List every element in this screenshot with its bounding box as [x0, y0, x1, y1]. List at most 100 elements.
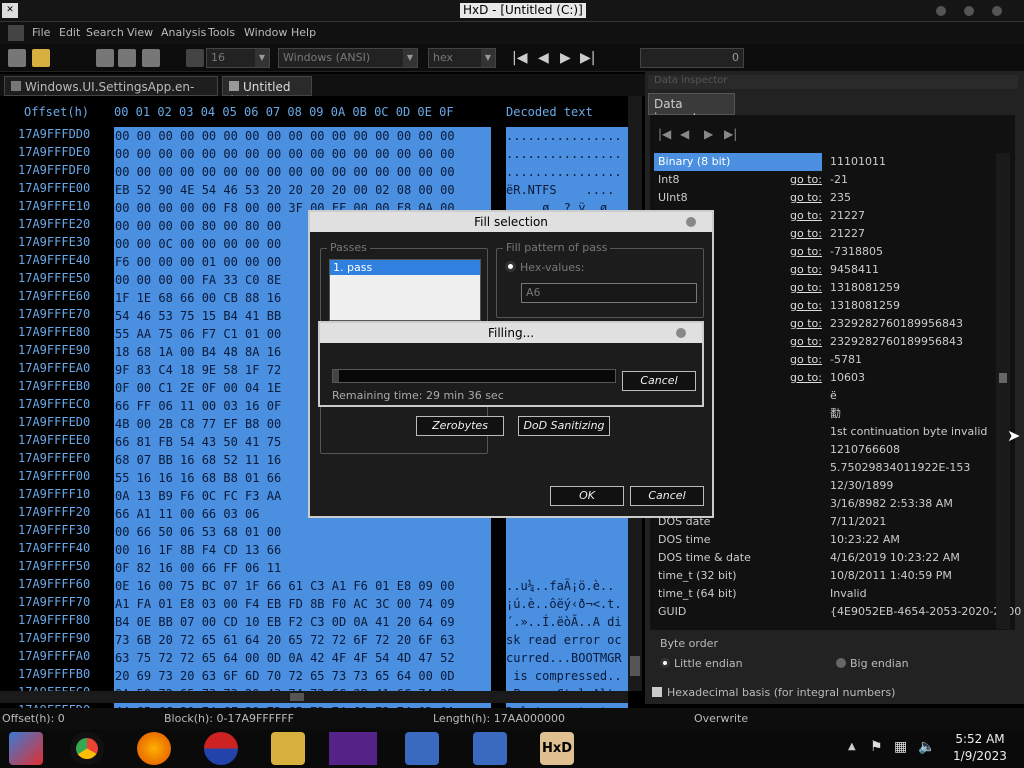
inspector-row[interactable]: time_t (64 bit) Invalid: [654, 585, 996, 603]
row-offset[interactable]: 17A9FFFF80: [18, 613, 90, 627]
charset-combo[interactable]: Windows (ANSI) ▼: [278, 48, 418, 68]
hex-row[interactable]: 00 66 50 06 53 68 01 00: [114, 523, 491, 541]
menu-tools[interactable]: Tools: [208, 26, 235, 39]
passes-list[interactable]: 1. pass: [329, 259, 481, 321]
inspector-scrollbar[interactable]: [996, 153, 1010, 629]
row-offset[interactable]: 17A9FFFF70: [18, 595, 90, 609]
flag-icon[interactable]: ⚑: [870, 739, 883, 755]
tab-windows-settings-pri[interactable]: Windows.UI.SettingsApp.en-US.pri: [4, 76, 218, 108]
hex-row[interactable]: 63 75 72 72 65 64 00 0D 0A 42 4F 4F 54 4…: [114, 649, 491, 667]
row-offset[interactable]: 17A9FFFDF0: [18, 163, 90, 177]
row-offset[interactable]: 17A9FFFE00: [18, 181, 90, 195]
row-offset[interactable]: 17A9FFFE70: [18, 307, 90, 321]
menu-window[interactable]: Window: [244, 26, 287, 39]
menu-file[interactable]: File: [32, 26, 50, 39]
decoded-row[interactable]: ................: [506, 163, 628, 181]
decoded-row[interactable]: ¡ú.è..ôëý‹ð¬<.t.: [506, 595, 628, 613]
offset-input[interactable]: 0: [640, 48, 744, 68]
users-icon[interactable]: [329, 732, 377, 765]
app-window-icon[interactable]: [473, 732, 507, 765]
row-offset[interactable]: 17A9FFFF50: [18, 559, 90, 573]
print-icon[interactable]: [142, 49, 160, 67]
goto-link[interactable]: go to:: [790, 351, 822, 369]
row-offset[interactable]: 17A9FFFF60: [18, 577, 90, 591]
last-icon[interactable]: ▶|: [580, 50, 595, 66]
next-icon[interactable]: ▶: [560, 50, 571, 66]
row-offset[interactable]: 17A9FFFE10: [18, 199, 90, 213]
hex-values-input[interactable]: A6: [521, 283, 697, 303]
dod-sanitizing-button[interactable]: DoD Sanitizing: [518, 416, 610, 436]
menu-search[interactable]: Search: [86, 26, 124, 39]
zerobytes-button[interactable]: Zerobytes: [416, 416, 504, 436]
filling-cancel-button[interactable]: Cancel: [622, 371, 696, 391]
little-endian-radio[interactable]: Little endian: [660, 657, 743, 670]
row-offset[interactable]: 17A9FFFF20: [18, 505, 90, 519]
row-offset[interactable]: 17A9FFFF30: [18, 523, 90, 537]
hex-row[interactable]: 00 00 00 00 00 00 00 00 00 00 00 00 00 0…: [114, 145, 491, 163]
menu-help[interactable]: Help: [291, 26, 316, 39]
inspector-prev-icon[interactable]: ◀: [680, 127, 689, 141]
minimize-icon[interactable]: [936, 6, 946, 16]
row-offset[interactable]: 17A9FFFFB0: [18, 667, 90, 681]
chrome-icon[interactable]: [70, 732, 104, 765]
menu-edit[interactable]: Edit: [59, 26, 80, 39]
display-mode-combo[interactable]: hex ▼: [428, 48, 496, 68]
goto-link[interactable]: go to:: [790, 369, 822, 387]
clock-time[interactable]: 5:52 AM: [950, 732, 1010, 746]
network-icon[interactable]: ▦: [894, 739, 907, 755]
hex-values-radio[interactable]: Hex-values:: [505, 261, 585, 274]
hex-row[interactable]: B4 0E BB 07 00 CD 10 EB F2 C3 0D 0A 41 2…: [114, 613, 491, 631]
volume-icon[interactable]: 🔈: [918, 739, 935, 755]
row-offset[interactable]: 17A9FFFE90: [18, 343, 90, 357]
hex-row[interactable]: EB 52 90 4E 54 46 53 20 20 20 20 00 02 0…: [114, 181, 491, 199]
decoded-row[interactable]: ................: [506, 145, 628, 163]
bytes-per-row-combo[interactable]: 16 ▼: [206, 48, 270, 68]
goto-link[interactable]: go to:: [790, 315, 822, 333]
row-offset[interactable]: 17A9FFFE80: [18, 325, 90, 339]
inspector-row[interactable]: DOS time 10:23:22 AM: [654, 531, 996, 549]
prev-icon[interactable]: ◀: [538, 50, 549, 66]
close-icon[interactable]: [686, 217, 696, 227]
row-offset[interactable]: 17A9FFFEB0: [18, 379, 90, 393]
goto-link[interactable]: go to:: [790, 225, 822, 243]
decoded-row[interactable]: ..u¼..faÃ¡ö.è..: [506, 577, 628, 595]
decoded-row[interactable]: is compressed..: [506, 667, 628, 685]
goto-link[interactable]: go to:: [790, 171, 822, 189]
row-offset[interactable]: 17A9FFFF40: [18, 541, 90, 555]
row-offset[interactable]: 17A9FFFED0: [18, 415, 90, 429]
goto-link[interactable]: go to:: [790, 333, 822, 351]
hex-row[interactable]: 73 6B 20 72 65 61 64 20 65 72 72 6F 72 2…: [114, 631, 491, 649]
x-hxd-icon[interactable]: ✕: [2, 3, 18, 18]
close-icon[interactable]: [676, 328, 686, 338]
goto-link[interactable]: go to:: [790, 297, 822, 315]
firefox-icon[interactable]: [137, 732, 171, 765]
inspector-first-icon[interactable]: |◀: [658, 127, 671, 141]
decoded-row[interactable]: [506, 541, 628, 559]
row-offset[interactable]: 17A9FFFF10: [18, 487, 90, 501]
menu-view[interactable]: View: [127, 26, 153, 39]
row-offset[interactable]: 17A9FFFE50: [18, 271, 90, 285]
inspector-row[interactable]: UInt8 go to: 235: [654, 189, 996, 207]
menu-analysis[interactable]: Analysis: [161, 26, 206, 39]
new-file-icon[interactable]: [8, 49, 26, 67]
app-window-icon[interactable]: [405, 732, 439, 765]
decoded-row[interactable]: ................: [506, 127, 628, 145]
tab-untitled-c[interactable]: Untitled (C:): [222, 76, 312, 108]
row-offset[interactable]: 17A9FFFE40: [18, 253, 90, 267]
open-folder-icon[interactable]: [32, 49, 50, 67]
row-offset[interactable]: 17A9FFFEE0: [18, 433, 90, 447]
file-explorer-icon[interactable]: [271, 732, 305, 765]
goto-link[interactable]: go to:: [790, 261, 822, 279]
hex-horizontal-scrollbar[interactable]: [0, 691, 628, 703]
inspector-next-icon[interactable]: ▶: [704, 127, 713, 141]
goto-link[interactable]: go to:: [790, 243, 822, 261]
row-offset[interactable]: 17A9FFFEC0: [18, 397, 90, 411]
tab-data-inspector[interactable]: Data inspector: [648, 93, 735, 125]
inspector-row[interactable]: GUID {4E9052EB-4654-2053-2020-2000: [654, 603, 1021, 621]
goto-link[interactable]: go to:: [790, 189, 822, 207]
inspector-row[interactable]: Binary (8 bit) 11101011: [654, 153, 996, 171]
hex-row[interactable]: 00 00 00 00 00 00 00 00 00 00 00 00 00 0…: [114, 127, 491, 145]
row-offset[interactable]: 17A9FFFDD0: [18, 127, 90, 141]
hex-row[interactable]: 0E 16 00 75 BC 07 1F 66 61 C3 A1 F6 01 E…: [114, 577, 491, 595]
row-offset[interactable]: 17A9FFFE30: [18, 235, 90, 249]
